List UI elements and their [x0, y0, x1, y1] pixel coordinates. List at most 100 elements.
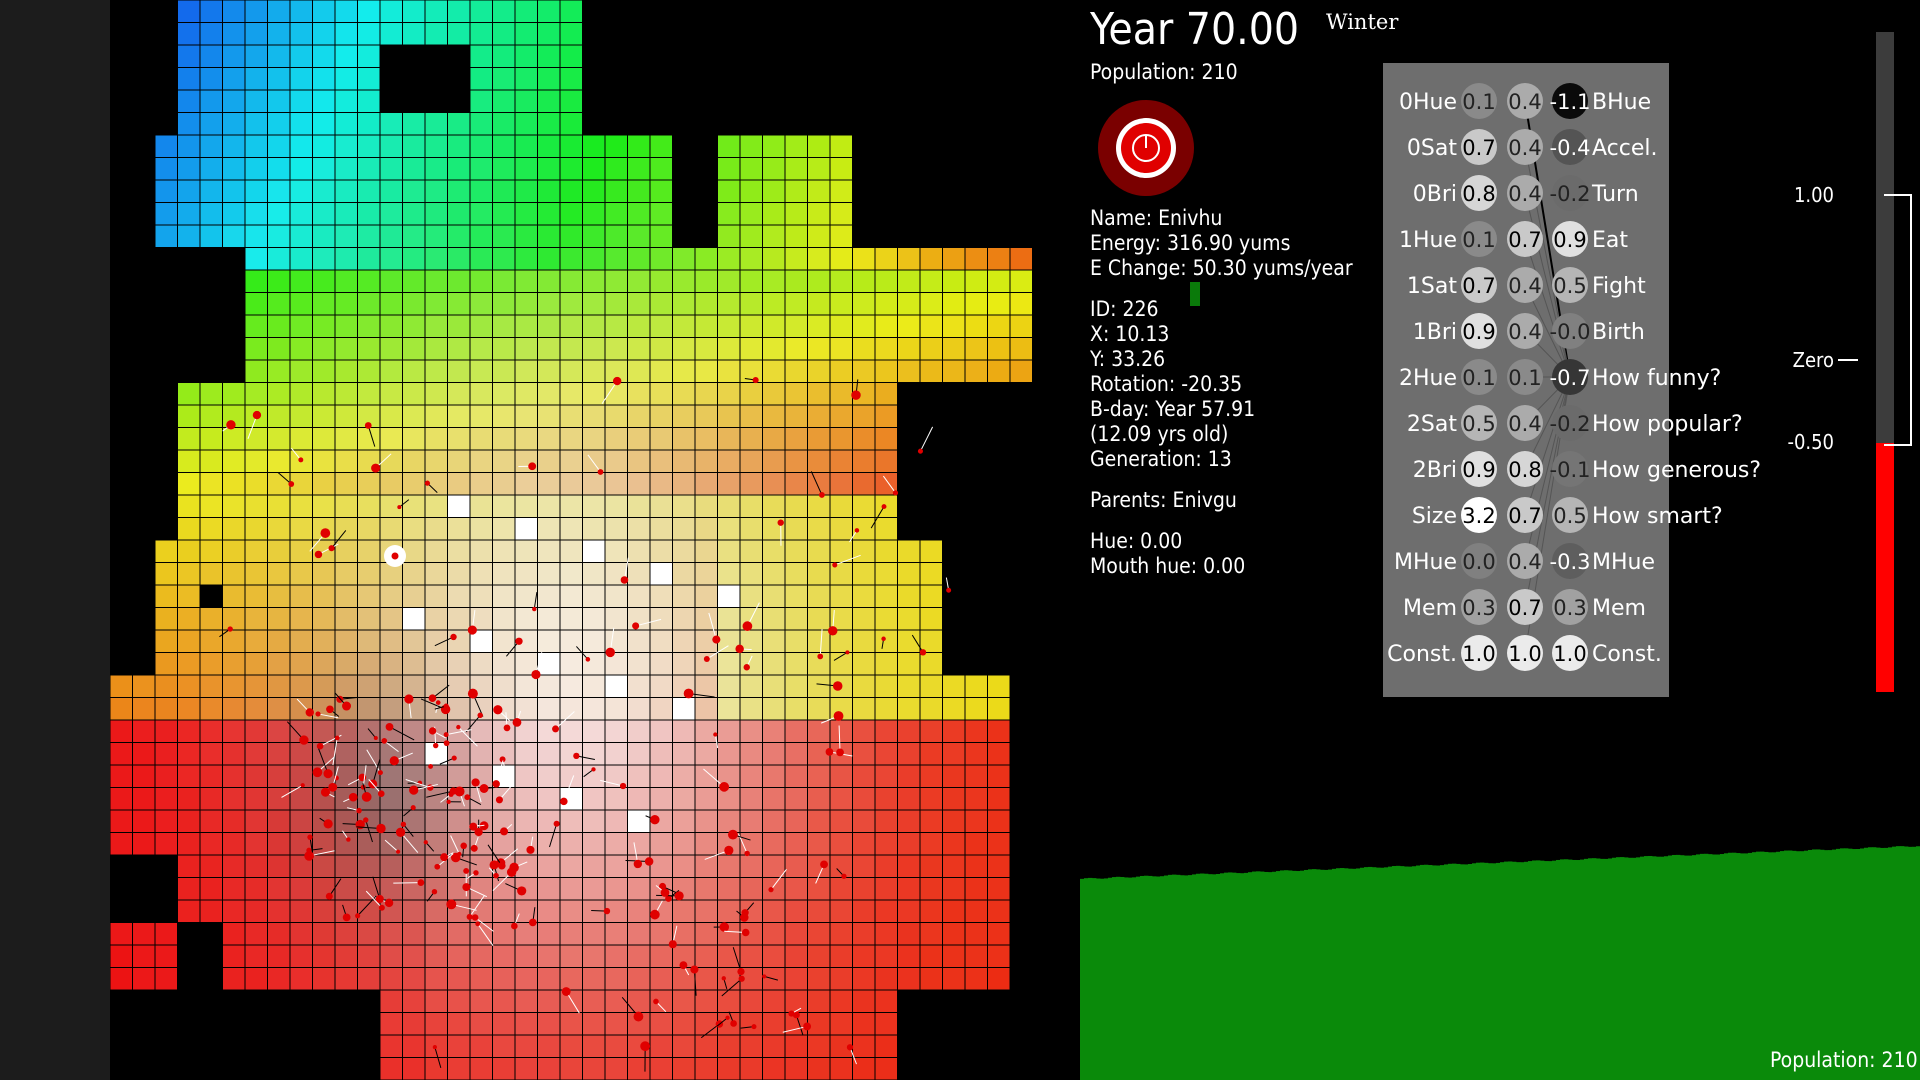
terrain-tile[interactable] [402, 0, 426, 23]
terrain-tile[interactable] [334, 517, 358, 541]
terrain-tile[interactable] [874, 607, 898, 631]
terrain-tile[interactable] [694, 1012, 718, 1036]
terrain-tile[interactable] [627, 404, 651, 428]
terrain-tile[interactable] [537, 967, 561, 991]
terrain-tile[interactable] [919, 337, 943, 361]
terrain-tile[interactable] [604, 427, 628, 451]
terrain-tile[interactable] [672, 742, 696, 766]
creature[interactable] [469, 822, 478, 831]
terrain-tile[interactable] [874, 517, 898, 541]
terrain-tile[interactable] [559, 44, 583, 68]
terrain-tile[interactable] [537, 764, 561, 788]
terrain-tile[interactable] [739, 674, 763, 698]
terrain-tile[interactable] [312, 112, 336, 136]
terrain-tile[interactable] [492, 832, 516, 856]
terrain-tile[interactable] [559, 359, 583, 383]
terrain-tile[interactable] [514, 517, 538, 541]
terrain-tile[interactable] [312, 134, 336, 158]
creature[interactable] [881, 504, 887, 510]
terrain-tile[interactable] [964, 809, 988, 833]
terrain-tile[interactable] [199, 382, 223, 406]
terrain-tile[interactable] [267, 89, 291, 113]
terrain-tile[interactable] [919, 247, 943, 271]
terrain-tile[interactable] [379, 652, 403, 676]
terrain-tile[interactable] [604, 337, 628, 361]
terrain-tile[interactable] [469, 494, 493, 518]
terrain-tile[interactable] [334, 674, 358, 698]
terrain-tile[interactable] [582, 1034, 606, 1058]
terrain-tile[interactable] [244, 382, 268, 406]
creature[interactable] [493, 705, 503, 715]
terrain-tile[interactable] [829, 877, 853, 901]
creature[interactable] [768, 887, 774, 893]
terrain-tile[interactable] [199, 674, 223, 698]
terrain-tile[interactable] [132, 719, 156, 743]
terrain-tile[interactable] [897, 742, 921, 766]
terrain-tile[interactable] [289, 742, 313, 766]
terrain-tile[interactable] [987, 742, 1011, 766]
terrain-tile[interactable] [469, 337, 493, 361]
terrain-tile[interactable] [334, 494, 358, 518]
terrain-tile[interactable] [582, 517, 606, 541]
terrain-tile[interactable] [829, 719, 853, 743]
terrain-tile[interactable] [807, 314, 831, 338]
creature[interactable] [511, 922, 518, 930]
creature[interactable] [640, 1041, 651, 1052]
terrain-tile[interactable] [244, 337, 268, 361]
terrain-tile[interactable] [424, 404, 448, 428]
creature[interactable] [443, 740, 450, 747]
terrain-tile[interactable] [469, 404, 493, 428]
terrain-tile[interactable] [334, 0, 358, 23]
terrain-tile[interactable] [267, 292, 291, 316]
terrain-tile[interactable] [604, 1034, 628, 1058]
terrain-tile[interactable] [739, 179, 763, 203]
terrain-tile[interactable] [537, 202, 561, 226]
terrain-tile[interactable] [807, 764, 831, 788]
terrain-tile[interactable] [537, 539, 561, 563]
terrain-tile[interactable] [829, 944, 853, 968]
creature[interactable] [389, 756, 399, 766]
creature[interactable] [752, 376, 759, 384]
terrain-tile[interactable] [267, 809, 291, 833]
terrain-tile[interactable] [402, 1012, 426, 1036]
terrain-tile[interactable] [717, 967, 741, 991]
terrain-tile[interactable] [379, 179, 403, 203]
terrain-tile[interactable] [447, 247, 471, 271]
terrain-tile[interactable] [447, 404, 471, 428]
terrain-tile[interactable] [110, 674, 133, 698]
terrain-tile[interactable] [559, 967, 583, 991]
terrain-tile[interactable] [289, 247, 313, 271]
creature[interactable] [446, 799, 451, 804]
terrain-tile[interactable] [469, 742, 493, 766]
terrain-tile[interactable] [604, 314, 628, 338]
terrain-tile[interactable] [739, 1034, 763, 1058]
terrain-tile[interactable] [672, 247, 696, 271]
terrain-tile[interactable] [559, 224, 583, 248]
terrain-tile[interactable] [492, 899, 516, 923]
terrain-tile[interactable] [267, 404, 291, 428]
terrain-tile[interactable] [604, 539, 628, 563]
terrain-tile[interactable] [379, 629, 403, 653]
terrain-tile[interactable] [199, 89, 223, 113]
terrain-tile[interactable] [357, 89, 381, 113]
terrain-tile[interactable] [492, 629, 516, 653]
terrain-tile[interactable] [762, 179, 786, 203]
terrain-tile[interactable] [694, 404, 718, 428]
terrain-tile[interactable] [177, 89, 201, 113]
terrain-tile[interactable] [649, 179, 673, 203]
terrain-tile[interactable] [852, 967, 876, 991]
terrain-tile[interactable] [604, 922, 628, 946]
terrain-tile[interactable] [199, 854, 223, 878]
terrain-tile[interactable] [289, 0, 313, 23]
terrain-tile[interactable] [447, 967, 471, 991]
terrain-tile[interactable] [110, 809, 133, 833]
terrain-tile[interactable] [402, 517, 426, 541]
terrain-tile[interactable] [649, 157, 673, 181]
terrain-tile[interactable] [762, 944, 786, 968]
terrain-tile[interactable] [874, 697, 898, 721]
terrain-tile[interactable] [132, 764, 156, 788]
terrain-tile[interactable] [312, 652, 336, 676]
terrain-tile[interactable] [874, 652, 898, 676]
creature[interactable] [803, 1022, 812, 1031]
terrain-tile[interactable] [897, 719, 921, 743]
